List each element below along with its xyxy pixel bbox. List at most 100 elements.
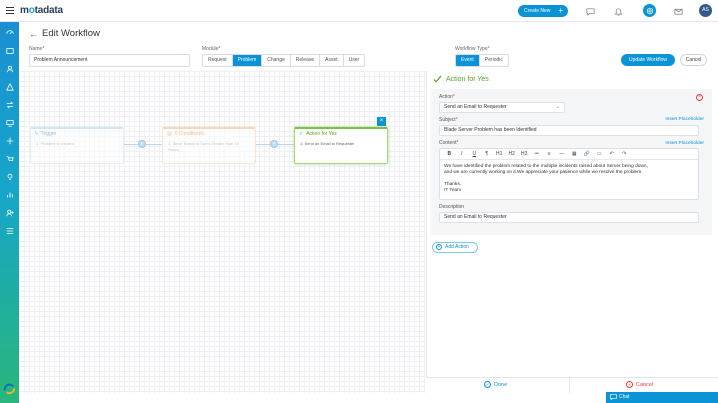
workflow-type-label: Workflow Type*: [455, 46, 490, 52]
sidebar: [0, 22, 19, 403]
back-arrow-icon[interactable]: ←: [29, 29, 38, 39]
check-circle-icon: ✓: [484, 381, 491, 388]
add-step-dot[interactable]: +: [138, 140, 146, 148]
undo-icon[interactable]: ↶: [606, 151, 619, 157]
insert-placeholder-link[interactable]: Insert Placeholder: [665, 141, 704, 146]
chat-button[interactable]: Chat: [606, 392, 718, 403]
app-logo[interactable]: motadata: [20, 5, 63, 16]
condition-node-title: ▤ 0 Condition/s: [167, 131, 204, 137]
module-option-request[interactable]: Request: [203, 55, 233, 66]
italic-icon[interactable]: I: [456, 151, 469, 157]
content-label: Content*: [439, 140, 459, 146]
workflow-type-event[interactable]: Event: [456, 55, 480, 66]
description-input[interactable]: Send an Email to Requester: [439, 212, 699, 223]
module-selector: Request Problem Change Release Asset Use…: [202, 54, 366, 67]
bullet-list-icon[interactable]: ≔: [531, 151, 544, 157]
check-edit-icon: [433, 75, 442, 83]
ordered-list-icon[interactable]: ≡: [543, 151, 556, 157]
condition-node-desc-2: Hours: [168, 147, 179, 152]
add-action-button[interactable]: + Add Action: [432, 242, 478, 253]
action-node[interactable]: ✓ Action for Yes 1. Send an Email to Req…: [294, 127, 388, 164]
sidebar-changes-icon[interactable]: [4, 99, 15, 110]
action-panel: Action for Yes × Action* Send an Email t…: [426, 71, 718, 377]
page-title-text: Edit Workflow: [42, 28, 100, 39]
module-label: Module*: [202, 46, 221, 52]
heading1-icon[interactable]: H1: [493, 151, 506, 157]
action-select[interactable]: Send an Email to Requester ⌄: [439, 102, 565, 113]
help-icon[interactable]: [643, 4, 656, 17]
workflow-type-selector: Event Periodic: [455, 54, 509, 67]
create-new-button[interactable]: Create New +: [518, 5, 568, 17]
workflow-type-periodic[interactable]: Periodic: [479, 55, 508, 66]
chevron-down-icon: ⌄: [555, 104, 560, 110]
trigger-node[interactable]: ϟ Trigger 1. Problem is created: [30, 127, 124, 164]
editor-content[interactable]: We have identified the problem related t…: [440, 160, 698, 198]
subject-input[interactable]: Blade Server Problem has been Identified: [439, 125, 699, 136]
panel-title: Action for Yes: [433, 75, 489, 83]
sidebar-list-icon[interactable]: [4, 225, 15, 236]
user-avatar[interactable]: AS: [699, 4, 712, 17]
bold-icon[interactable]: B: [443, 151, 456, 157]
close-node-icon[interactable]: ×: [377, 117, 386, 126]
check-icon: ✓: [299, 131, 304, 137]
content-line: IT Team: [444, 188, 462, 193]
name-input[interactable]: Problem Announcement: [29, 54, 190, 67]
module-option-release[interactable]: Release: [290, 55, 321, 66]
chat-bubble-icon[interactable]: [585, 6, 595, 16]
sidebar-dashboard-icon[interactable]: [4, 27, 15, 38]
module-option-asset[interactable]: Asset: [320, 55, 344, 66]
top-bar: motadata Create New + AS: [0, 0, 718, 22]
module-option-problem[interactable]: Problem: [232, 55, 263, 66]
sidebar-requests-icon[interactable]: [4, 45, 15, 56]
action-node-title: ✓ Action for Yes: [299, 131, 337, 137]
action-label: Action*: [439, 94, 455, 100]
table-icon[interactable]: ▦: [568, 151, 581, 157]
redo-icon[interactable]: ↷: [618, 151, 631, 157]
mail-icon[interactable]: [673, 6, 683, 16]
trigger-node-title: ϟ Trigger: [35, 131, 57, 137]
done-button[interactable]: ✓ Done: [484, 381, 507, 388]
sidebar-releases-icon[interactable]: [4, 135, 15, 146]
link-icon[interactable]: 🔗: [581, 151, 594, 157]
lightning-icon: ϟ: [35, 131, 38, 137]
panel-cancel-button[interactable]: × Cancel: [626, 381, 653, 388]
module-option-change[interactable]: Change: [262, 55, 291, 66]
name-label: Name*: [29, 46, 45, 52]
underline-icon[interactable]: U: [468, 151, 481, 157]
condition-icon: ▤: [167, 131, 172, 137]
image-icon[interactable]: ▭: [593, 151, 606, 157]
sidebar-purchase-icon[interactable]: [4, 153, 15, 164]
action-node-desc: 1. Send an Email to Requester: [300, 141, 355, 146]
page-title: ← Edit Workflow: [29, 28, 100, 39]
chat-icon: [610, 394, 617, 400]
panel-footer: ✓ Done × Cancel: [426, 377, 718, 393]
sidebar-reports-icon[interactable]: [4, 189, 15, 200]
cancel-button[interactable]: Cancel: [680, 54, 707, 66]
sidebar-knowledge-icon[interactable]: [4, 171, 15, 182]
close-circle-icon: ×: [626, 381, 633, 388]
sidebar-problems-icon[interactable]: [4, 81, 15, 92]
action-card: × Action* Send an Email to Requester ⌄ Su…: [431, 89, 712, 235]
sidebar-user-admin-icon[interactable]: [4, 207, 15, 218]
sidebar-users-icon[interactable]: [4, 63, 15, 74]
editor-toolbar: B I U ¶ H1 H2 H3 ≔ ≡ — ▦ 🔗 ▭ ↶ ↷: [440, 149, 698, 160]
content-editor[interactable]: B I U ¶ H1 H2 H3 ≔ ≡ — ▦ 🔗 ▭ ↶ ↷ We have…: [439, 148, 699, 200]
workflow-canvas[interactable]: + + ϟ Trigger 1. Problem is created ▤ 0 …: [19, 71, 425, 393]
add-step-dot[interactable]: +: [270, 140, 278, 148]
sidebar-assets-icon[interactable]: [4, 117, 15, 128]
insert-placeholder-link[interactable]: Insert Placeholder: [665, 117, 704, 122]
trigger-node-desc: 1. Problem is created: [36, 141, 74, 146]
heading2-icon[interactable]: H2: [506, 151, 519, 157]
condition-node[interactable]: ▤ 0 Condition/s 1. Since Status is Open …: [162, 127, 256, 164]
subject-label: Subject*: [439, 117, 458, 123]
heading3-icon[interactable]: H3: [518, 151, 531, 157]
menu-icon[interactable]: [6, 7, 14, 15]
remove-action-icon[interactable]: ×: [696, 94, 703, 101]
paragraph-icon[interactable]: ¶: [481, 151, 494, 157]
horizontal-rule-icon[interactable]: —: [556, 151, 569, 157]
description-label: Description: [439, 204, 465, 210]
update-workflow-button[interactable]: Update Workflow: [621, 54, 675, 66]
bell-icon[interactable]: [613, 6, 623, 16]
module-option-user[interactable]: User: [343, 55, 365, 66]
footer-divider: [569, 378, 570, 393]
